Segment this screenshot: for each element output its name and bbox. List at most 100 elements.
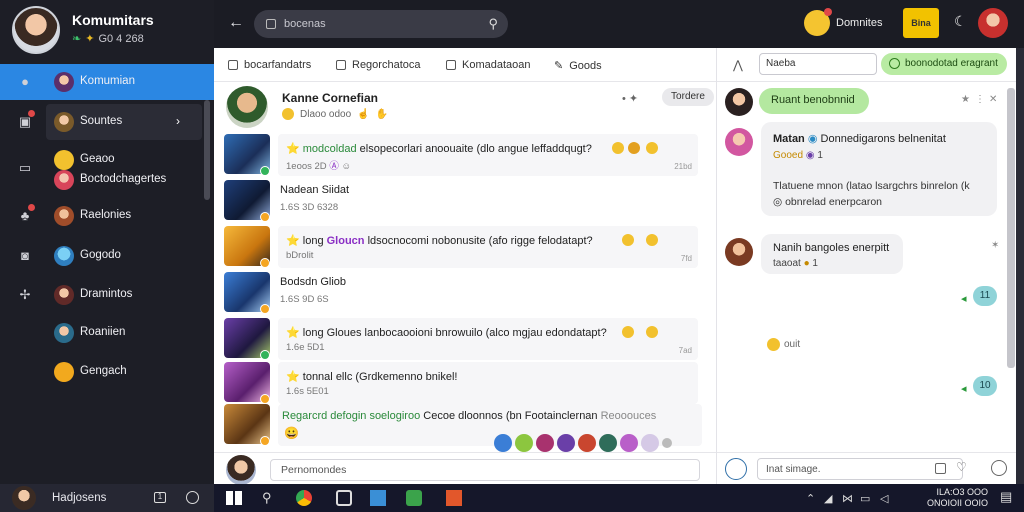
emoji-icon[interactable] bbox=[646, 326, 658, 338]
sidebar-item-komumian[interactable]: ● Komumian bbox=[0, 64, 214, 100]
star-icon[interactable]: ★ bbox=[961, 94, 970, 105]
wave-icon[interactable]: ✋ bbox=[376, 109, 388, 120]
heart-icon[interactable]: ♡ bbox=[956, 460, 967, 474]
browser-icon[interactable] bbox=[296, 490, 312, 506]
sidebar-item-dramintos[interactable]: ✢ Dramintos bbox=[0, 277, 214, 313]
emoji-picker-icon[interactable] bbox=[991, 460, 1007, 476]
emoji-icon[interactable] bbox=[646, 234, 658, 246]
sidebar-item-gengach[interactable]: Gengach bbox=[0, 354, 214, 390]
chat-input[interactable] bbox=[757, 458, 963, 480]
chat-avatar[interactable] bbox=[725, 238, 753, 266]
top-status-label: Domnites bbox=[836, 17, 883, 29]
sidebar-item-gogodo[interactable]: ◙ Gogodo bbox=[0, 238, 214, 274]
account-avatar[interactable] bbox=[978, 8, 1008, 38]
notification-emoji-icon[interactable] bbox=[804, 8, 832, 36]
collapse-icon[interactable]: ⋀ bbox=[733, 58, 743, 72]
list-item[interactable]: Bodsdn Gliob 1.6S 9D 6S bbox=[222, 272, 708, 316]
system-clock[interactable]: ILA:O3 OOO ONOIOII OOIO bbox=[914, 487, 988, 509]
sidebar-item-raelonies[interactable]: ♣ Raelonies bbox=[0, 198, 214, 234]
reaction-avatar[interactable] bbox=[536, 434, 554, 452]
reaction-avatar[interactable] bbox=[515, 434, 533, 452]
emoji-icon[interactable] bbox=[612, 142, 624, 154]
comment-text: ⭐ long Gloues lanbocaooioni bnrowuilo (a… bbox=[286, 326, 607, 339]
chat-scrollbar[interactable] bbox=[1007, 88, 1015, 368]
network-icon[interactable]: ◢ bbox=[824, 492, 832, 505]
list-item[interactable]: ⭐ tonnal ellc (Grdkemenno bnikel! 1.6s 5… bbox=[222, 362, 708, 406]
chat-action-button[interactable]: boonodotad eragrant bbox=[881, 53, 1007, 75]
delivered-check-icon: ◂ bbox=[961, 293, 967, 305]
close-icon[interactable]: ✕ bbox=[989, 94, 997, 105]
tab-komadataoan[interactable]: Komadataoan bbox=[446, 59, 531, 71]
reaction-avatar[interactable] bbox=[578, 434, 596, 452]
user-avatar[interactable] bbox=[12, 486, 36, 510]
volume-icon[interactable]: ◁ bbox=[880, 492, 888, 505]
avatar bbox=[54, 170, 74, 190]
list-item[interactable]: Nadean Siidat 1.6S 3D 6328 bbox=[222, 180, 708, 224]
bluetooth-icon[interactable]: ⋈ bbox=[842, 492, 853, 505]
store-icon[interactable] bbox=[406, 490, 422, 506]
badge-icon: ✦ bbox=[85, 33, 95, 45]
chat-composer: ♡ bbox=[717, 452, 1017, 484]
chevron-up-icon[interactable]: ⌃ bbox=[806, 492, 815, 505]
right-rail bbox=[1016, 48, 1024, 484]
tab-goods[interactable]: ✎ Goods bbox=[554, 59, 602, 73]
windows-start-icon[interactable] bbox=[226, 491, 242, 505]
reaction-avatar[interactable] bbox=[641, 434, 659, 452]
battery-icon[interactable]: ▭ bbox=[860, 492, 870, 505]
profile-avatar[interactable] bbox=[12, 6, 60, 54]
back-arrow-icon[interactable]: ← bbox=[228, 14, 244, 32]
tab-regorchatoca[interactable]: Regorchatoca bbox=[336, 59, 421, 71]
moon-icon[interactable]: ☾ bbox=[954, 13, 967, 30]
comment-body: Cecoe dloonnos (bn Footainclernan bbox=[423, 410, 598, 422]
app-icon[interactable] bbox=[336, 490, 352, 506]
attach-icon[interactable] bbox=[725, 458, 747, 480]
comment-prefix: long bbox=[302, 327, 324, 339]
bookmark-icon[interactable]: ◙ bbox=[18, 249, 32, 263]
pin-icon[interactable]: ✢ bbox=[18, 288, 32, 302]
window-icon[interactable]: 1 bbox=[154, 492, 166, 503]
thumbs-up-icon[interactable]: ☝ bbox=[357, 109, 369, 120]
reaction-avatar[interactable] bbox=[599, 434, 617, 452]
folder-icon[interactable] bbox=[370, 490, 386, 506]
comment-input[interactable] bbox=[270, 459, 700, 481]
more-icon[interactable] bbox=[662, 438, 672, 448]
more-vertical-icon[interactable]: ⋮ bbox=[975, 94, 985, 105]
search-icon[interactable]: ⚲ bbox=[262, 490, 272, 506]
search-bar[interactable]: ⚲ bbox=[254, 10, 508, 38]
search-icon[interactable]: ⚲ bbox=[488, 16, 498, 32]
emoji-icon[interactable] bbox=[628, 142, 640, 154]
emoji-icon[interactable] bbox=[622, 326, 634, 338]
sidebar-item-sountes[interactable]: Sountes › bbox=[46, 104, 202, 140]
list-item[interactable]: ⭐ long Gloucn ldsocnocomi nobonusite (af… bbox=[222, 226, 708, 270]
status-icon[interactable] bbox=[186, 491, 199, 504]
chat-filter-field[interactable]: Naeba bbox=[759, 53, 877, 75]
chat-avatar[interactable] bbox=[725, 88, 753, 116]
search-input[interactable] bbox=[284, 16, 474, 32]
reaction-avatar[interactable] bbox=[494, 434, 512, 452]
office-icon[interactable] bbox=[446, 490, 462, 506]
comment-text: ⭐ long Gloucn ldsocnocomi nobonusite (af… bbox=[286, 234, 593, 247]
notifications-icon[interactable]: ▤ bbox=[1000, 489, 1012, 505]
emoji-icon[interactable] bbox=[622, 234, 634, 246]
message-title: Nanih bangoles enerpitt bbox=[773, 242, 890, 254]
inbox-icon[interactable]: ▣ bbox=[18, 115, 32, 129]
reaction-avatar[interactable] bbox=[620, 434, 638, 452]
sidebar-scrollbar[interactable] bbox=[204, 100, 210, 200]
post-author-avatar[interactable] bbox=[226, 86, 268, 128]
item-title: Bodsdn Gliob bbox=[280, 276, 347, 288]
star-icon[interactable]: ✶ bbox=[991, 240, 999, 251]
more-options-icon[interactable]: • ✦ bbox=[622, 92, 638, 105]
reaction-avatar[interactable] bbox=[557, 434, 575, 452]
list-item[interactable]: ⭐ long Gloues lanbocaooioni bnrowuilo (a… bbox=[222, 318, 708, 362]
emoji-icon[interactable] bbox=[646, 142, 658, 154]
top-badge-button[interactable]: Bina bbox=[903, 8, 939, 38]
sidebar-item-roaniien[interactable]: Roaniien bbox=[0, 315, 214, 351]
image-icon[interactable] bbox=[935, 463, 946, 474]
list-item[interactable]: ⭐ modcoldad elsopecorlari anoouaite (dlo… bbox=[222, 134, 708, 178]
comment-body: ldsocnocomi nobonusite (afo rigge feloda… bbox=[367, 235, 593, 247]
people-icon[interactable]: ♣ bbox=[18, 209, 32, 223]
profile-header[interactable]: Komumitars ❧ ✦ G0 4 268 bbox=[10, 6, 210, 60]
chat-avatar[interactable] bbox=[725, 128, 753, 156]
follow-pill-button[interactable]: Tordere bbox=[662, 88, 714, 106]
tab-bocarfandatrs[interactable]: bocarfandatrs bbox=[228, 59, 311, 71]
